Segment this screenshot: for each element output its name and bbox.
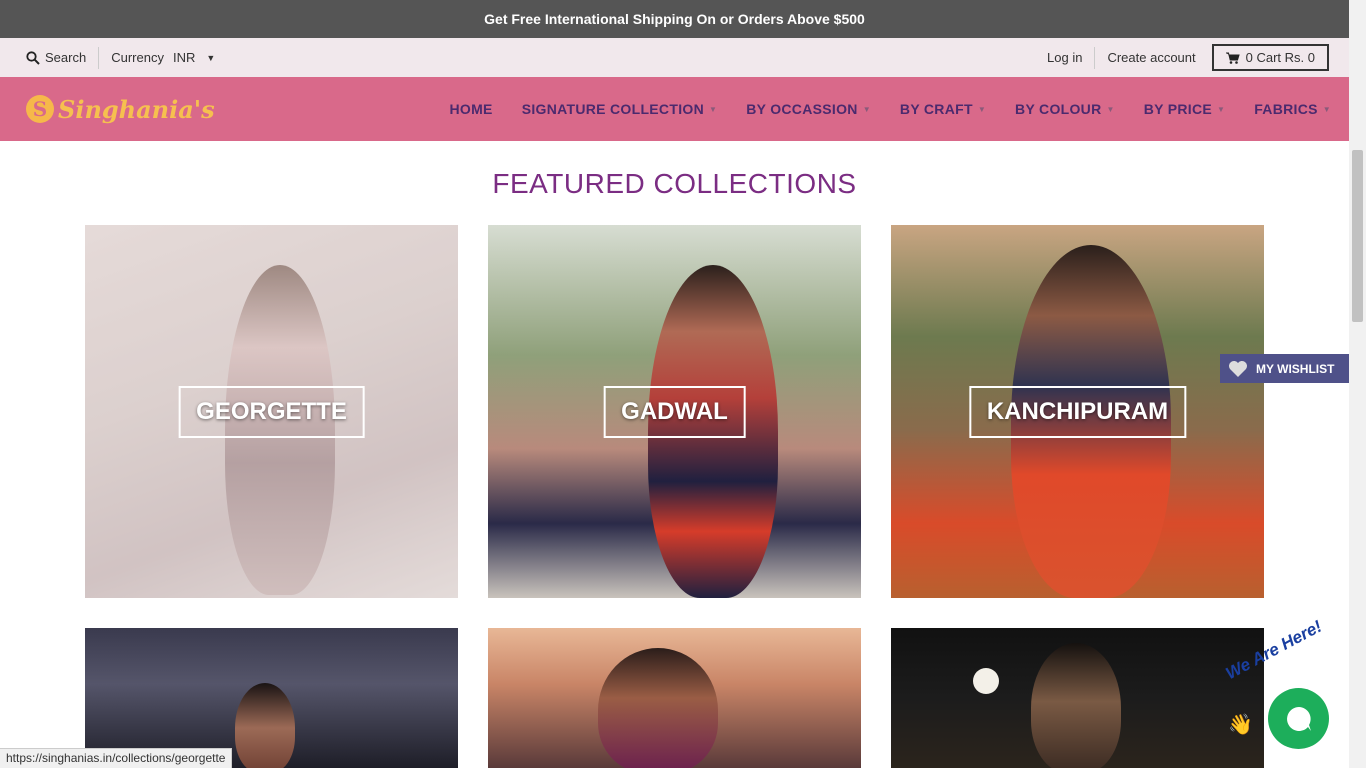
nav-item-by-price[interactable]: BY PRICE ▼ <box>1144 101 1226 117</box>
status-bar-url: https://singhanias.in/collections/george… <box>0 748 233 768</box>
page: Get Free International Shipping On or Or… <box>0 0 1366 768</box>
heart-icon <box>1229 360 1247 377</box>
nav-item-home[interactable]: HOME <box>449 101 492 117</box>
model-image <box>1031 643 1121 768</box>
model-image <box>598 648 718 768</box>
logo-mark: S <box>26 95 54 123</box>
search-label: Search <box>45 50 87 65</box>
wishlist-label: MY WISHLIST <box>1256 361 1335 376</box>
featured-collections-heading: FEATURED COLLECTIONS <box>492 168 857 199</box>
utility-bar: Search Currency INR ▼ Log in Create acco… <box>0 38 1349 77</box>
nav-item-by-colour[interactable]: BY COLOUR ▼ <box>1015 101 1115 117</box>
collection-tile[interactable] <box>85 628 458 768</box>
search-icon <box>26 50 40 65</box>
nav-item-label: BY PRICE <box>1143 101 1212 117</box>
currency-label: Currency <box>111 50 164 65</box>
divider <box>1094 46 1096 69</box>
collection-label: GEORGETTE <box>178 385 365 438</box>
nav-item-by-occassion[interactable]: BY OCCASSION ▼ <box>746 101 871 117</box>
nav-item-label: HOME <box>449 101 493 117</box>
chevron-down-icon: ▼ <box>977 104 987 114</box>
login-link[interactable]: Log in <box>1047 50 1082 65</box>
chat-button[interactable] <box>1268 688 1329 749</box>
collection-label: GADWAL <box>603 385 746 438</box>
currency-selector[interactable]: Currency INR ▼ <box>111 50 215 65</box>
nav-item-label: FABRICS <box>1254 101 1318 117</box>
main-navigation: S Singhania's HOME SIGNATURE COLLECTION ▼… <box>0 77 1349 141</box>
divider <box>98 46 100 69</box>
collection-tile-georgette[interactable]: GEORGETTE <box>85 225 458 598</box>
nav-item-fabrics[interactable]: FABRICS ▼ <box>1254 101 1331 117</box>
nav-item-by-craft[interactable]: BY CRAFT ▼ <box>900 101 986 117</box>
waving-hand-icon: 👋 <box>1228 714 1253 736</box>
announcement-bar: Get Free International Shipping On or Or… <box>0 0 1349 38</box>
announcement-text: Get Free International Shipping On or Or… <box>484 11 865 27</box>
chevron-down-icon: ▼ <box>206 52 216 63</box>
chevron-down-icon: ▼ <box>1106 104 1115 114</box>
search-link[interactable]: Search <box>26 50 86 65</box>
chevron-down-icon: ▼ <box>708 104 718 114</box>
nav-item-label: SIGNATURE COLLECTION <box>521 101 704 117</box>
chevron-down-icon: ▼ <box>1217 104 1226 114</box>
scrollbar-thumb[interactable] <box>1352 150 1363 322</box>
collection-tile[interactable] <box>891 628 1264 768</box>
collection-tile-gadwal[interactable]: GADWAL <box>488 225 861 598</box>
collection-tile-kanchipuram[interactable]: KANCHIPURAM <box>891 225 1264 598</box>
menu: HOME SIGNATURE COLLECTION ▼ BY OCCASSION ▼… <box>420 101 1349 117</box>
chevron-down-icon: ▼ <box>1322 104 1331 114</box>
logo-text: Singhania's <box>58 94 215 124</box>
collection-tile[interactable] <box>488 628 861 768</box>
cart-label: 0 Cart Rs. 0 <box>1245 50 1315 65</box>
nav-item-label: BY OCCASSION <box>746 101 858 117</box>
create-account-link[interactable]: Create account <box>1107 50 1195 65</box>
chevron-down-icon: ▼ <box>862 104 871 114</box>
wishlist-button[interactable]: MY WISHLIST <box>1220 354 1349 383</box>
nav-item-label: BY CRAFT <box>899 101 973 117</box>
brand-logo[interactable]: S Singhania's <box>0 95 215 124</box>
model-image <box>235 683 295 768</box>
chat-icon <box>1286 706 1311 731</box>
collection-label: KANCHIPURAM <box>968 385 1187 438</box>
cart-button[interactable]: 0 Cart Rs. 0 <box>1211 44 1329 71</box>
currency-value: INR <box>172 50 196 65</box>
lamp-light <box>973 668 999 694</box>
cart-icon <box>1225 52 1240 64</box>
scrollbar[interactable] <box>1349 0 1366 768</box>
nav-item-label: BY COLOUR <box>1015 101 1102 117</box>
nav-item-signature-collection[interactable]: SIGNATURE COLLECTION ▼ <box>522 101 718 117</box>
